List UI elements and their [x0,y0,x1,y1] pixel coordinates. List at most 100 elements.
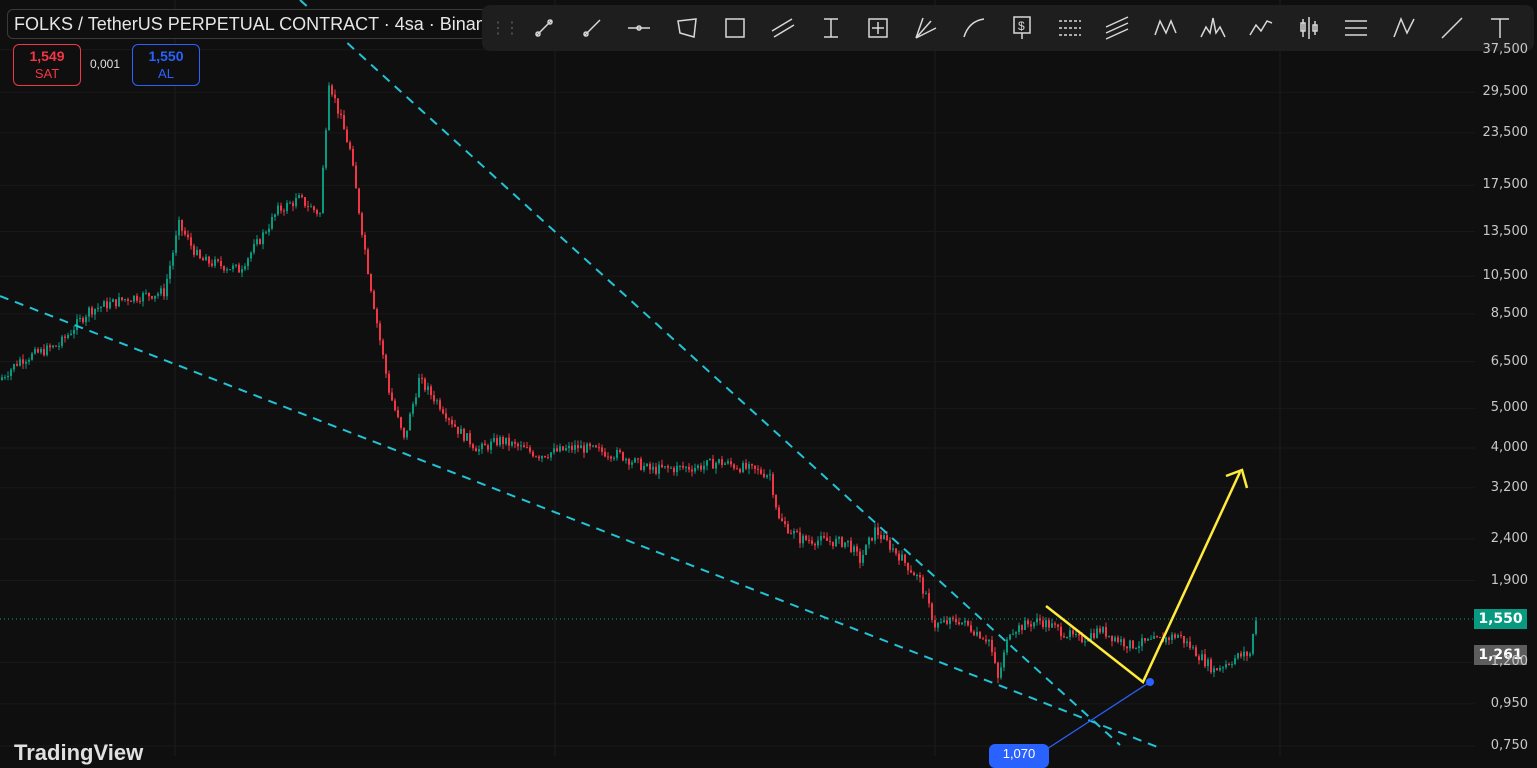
candle-body [1000,667,1002,678]
candle-body [16,364,18,366]
candle-body [577,445,579,449]
candle-body [52,345,54,348]
candle-body [373,291,375,309]
candle-body [535,456,537,458]
candle-body [1051,623,1053,628]
tool-long-position[interactable] [1285,10,1333,46]
candle-body [466,433,468,441]
candle-body [385,354,387,374]
chart-title: FOLKS / TetherUS PERPETUAL CONTRACT · 4s… [7,9,487,39]
candle-body [964,620,966,623]
tool-fib-time-zone[interactable] [1333,10,1381,46]
candle-body [220,260,222,267]
long-position-icon [1299,17,1318,39]
candle-body [640,458,642,470]
tool-head-shoulders[interactable] [1189,10,1237,46]
candle-body [1225,664,1227,668]
candle-body [448,418,450,421]
candle-body [1,377,3,381]
candle-body [346,129,348,143]
candle-body [793,531,795,534]
candle-body [370,274,372,292]
tool-polyline[interactable] [663,10,711,46]
candle-body [835,538,837,547]
candle-body [1012,633,1014,635]
candle-body [997,662,999,678]
candle-body [436,400,438,402]
candle-body [19,359,21,366]
candle-body [1138,646,1140,649]
candle-body [1018,625,1020,633]
tool-ray[interactable] [568,10,616,46]
tool-price-range[interactable] [807,10,855,46]
buy-button[interactable]: 1,550 AL [132,44,200,86]
tool-fib-channel[interactable] [1094,10,1142,46]
candle-body [439,400,441,410]
tool-triangle-pattern[interactable] [1380,10,1428,46]
sell-label: SAT [34,66,60,81]
tool-path[interactable] [1428,10,1476,46]
tool-horizontal-ray[interactable] [616,10,664,46]
price-tick-label: 4,000 [1490,440,1528,456]
candle-body [139,300,141,302]
price-chart[interactable] [0,0,1537,756]
candle-body [1042,620,1044,628]
candle-body [697,465,699,469]
candle-body [427,386,429,391]
candle-body [1096,628,1098,638]
tool-xabcd-pattern[interactable] [1141,10,1189,46]
candle-body [565,448,567,451]
candle-body [721,459,723,465]
fib-time-zone-icon [1345,20,1368,36]
price-tick-label: 0,750 [1490,738,1528,753]
tool-arc[interactable] [950,10,998,46]
candle-body [286,202,288,212]
rectangle-icon [725,18,745,38]
candle-body [556,448,558,452]
candle-body [754,465,756,469]
candle-body [328,85,330,131]
candle-body [205,256,207,261]
candle-body [193,245,195,255]
tool-parallel-channel[interactable] [759,10,807,46]
tool-elliott-wave[interactable] [1237,10,1285,46]
candle-body [166,278,168,297]
sell-button[interactable]: 1,549 SAT [13,44,81,86]
tool-date-price-range[interactable] [855,10,903,46]
anchor-point[interactable] [1146,678,1154,686]
candle-body [502,437,504,445]
candle-body [523,445,525,448]
tool-rectangle[interactable] [711,10,759,46]
candle-body [112,299,114,302]
candle-body [724,463,726,465]
candle-body [388,373,390,393]
candle-body [1135,648,1137,650]
candle-body [463,428,465,441]
candle-body [1045,620,1047,628]
anchor-line[interactable] [1030,681,1151,756]
tool-fib-retracement[interactable] [1046,10,1094,46]
candle-body [676,465,678,473]
candle-body [34,349,36,354]
candle-body [1108,635,1110,637]
tool-fib-fan[interactable] [902,10,950,46]
candle-body [856,546,858,552]
tool-trend-line[interactable] [520,10,568,46]
price-tick-label: 37,500 [1482,41,1529,57]
candle-body [571,445,573,450]
trendline-upper[interactable] [299,0,1121,746]
drag-handle[interactable]: ⋮⋮ [490,18,520,38]
candle-body [358,188,360,214]
candle-body [862,554,864,563]
candle-body [391,392,393,401]
tool-text[interactable] [1476,10,1524,46]
candle-body [745,462,747,469]
candle-body [775,494,777,508]
candle-body [283,210,285,212]
candle-body [544,455,546,458]
trendline-lower[interactable] [0,295,1161,749]
tool-price-label[interactable]: $ [998,10,1046,46]
candle-body [547,457,549,459]
projection-path[interactable] [1045,471,1242,684]
candle-body [1243,651,1245,657]
